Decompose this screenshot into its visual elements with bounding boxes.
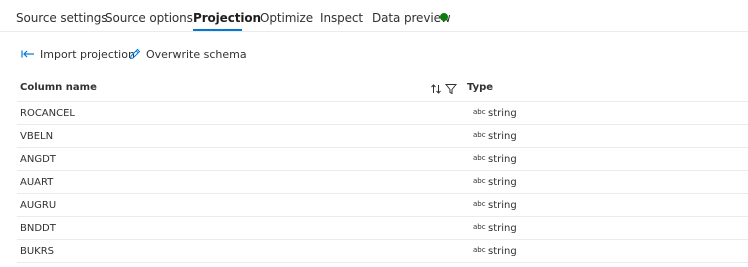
- string-type-icon: abc: [473, 108, 486, 116]
- column-name-cell: VBELN: [20, 131, 54, 142]
- type-header: Type: [467, 82, 494, 93]
- tab-inspect[interactable]: Inspect: [320, 11, 363, 25]
- tab-source-options[interactable]: Source options: [105, 11, 193, 25]
- tab-projection[interactable]: Projection: [193, 11, 261, 25]
- tab-optimize[interactable]: Optimize: [260, 11, 313, 25]
- string-type-icon: abc: [473, 200, 486, 208]
- overwrite-schema-label: Overwrite schema: [146, 47, 247, 61]
- overwrite-schema-button[interactable]: Overwrite schema: [129, 46, 247, 62]
- column-type-cell: string: [488, 246, 517, 257]
- column-name-cell: ROCANCEL: [20, 108, 75, 119]
- table-row[interactable]: BUKRS abc string: [17, 240, 748, 263]
- sort-icon[interactable]: [430, 80, 442, 99]
- column-name-cell: AUGRU: [20, 200, 57, 211]
- column-type-cell: string: [488, 223, 517, 234]
- table-row[interactable]: ROCANCEL abc string: [17, 102, 748, 125]
- column-name-cell: ANGDT: [20, 154, 56, 165]
- table-row[interactable]: ANGDT abc string: [17, 148, 748, 171]
- tab-source-settings[interactable]: Source settings: [16, 11, 107, 25]
- table-row[interactable]: AUART abc string: [17, 171, 748, 194]
- import-projection-label: Import projection: [40, 47, 135, 61]
- table-row[interactable]: VBELN abc string: [17, 125, 748, 148]
- string-type-icon: abc: [473, 223, 486, 231]
- column-name-header: Column name: [20, 82, 97, 93]
- active-tab-indicator: [193, 29, 242, 31]
- grid-header: Column name Type: [17, 74, 748, 102]
- tab-bar: Source settings Source options Projectio…: [0, 0, 748, 32]
- string-type-icon: abc: [473, 154, 486, 162]
- table-row[interactable]: BNDDT abc string: [17, 217, 748, 240]
- string-type-icon: abc: [473, 246, 486, 254]
- column-type-cell: string: [488, 200, 517, 211]
- pencil-icon: [129, 48, 141, 60]
- column-name-cell: BUKRS: [20, 246, 55, 257]
- column-type-cell: string: [488, 154, 517, 165]
- column-type-cell: string: [488, 131, 517, 142]
- string-type-icon: abc: [473, 177, 486, 185]
- filter-icon[interactable]: [444, 80, 458, 99]
- table-row[interactable]: AUGRU abc string: [17, 194, 748, 217]
- import-projection-button[interactable]: Import projection: [21, 46, 135, 62]
- column-name-cell: BNDDT: [20, 223, 56, 234]
- status-ok-indicator: [440, 13, 448, 21]
- column-type-cell: string: [488, 108, 517, 119]
- column-name-cell: AUART: [20, 177, 54, 188]
- import-arrow-icon: [21, 49, 35, 59]
- tab-data-preview[interactable]: Data preview: [372, 11, 451, 25]
- column-type-cell: string: [488, 177, 517, 188]
- string-type-icon: abc: [473, 131, 486, 139]
